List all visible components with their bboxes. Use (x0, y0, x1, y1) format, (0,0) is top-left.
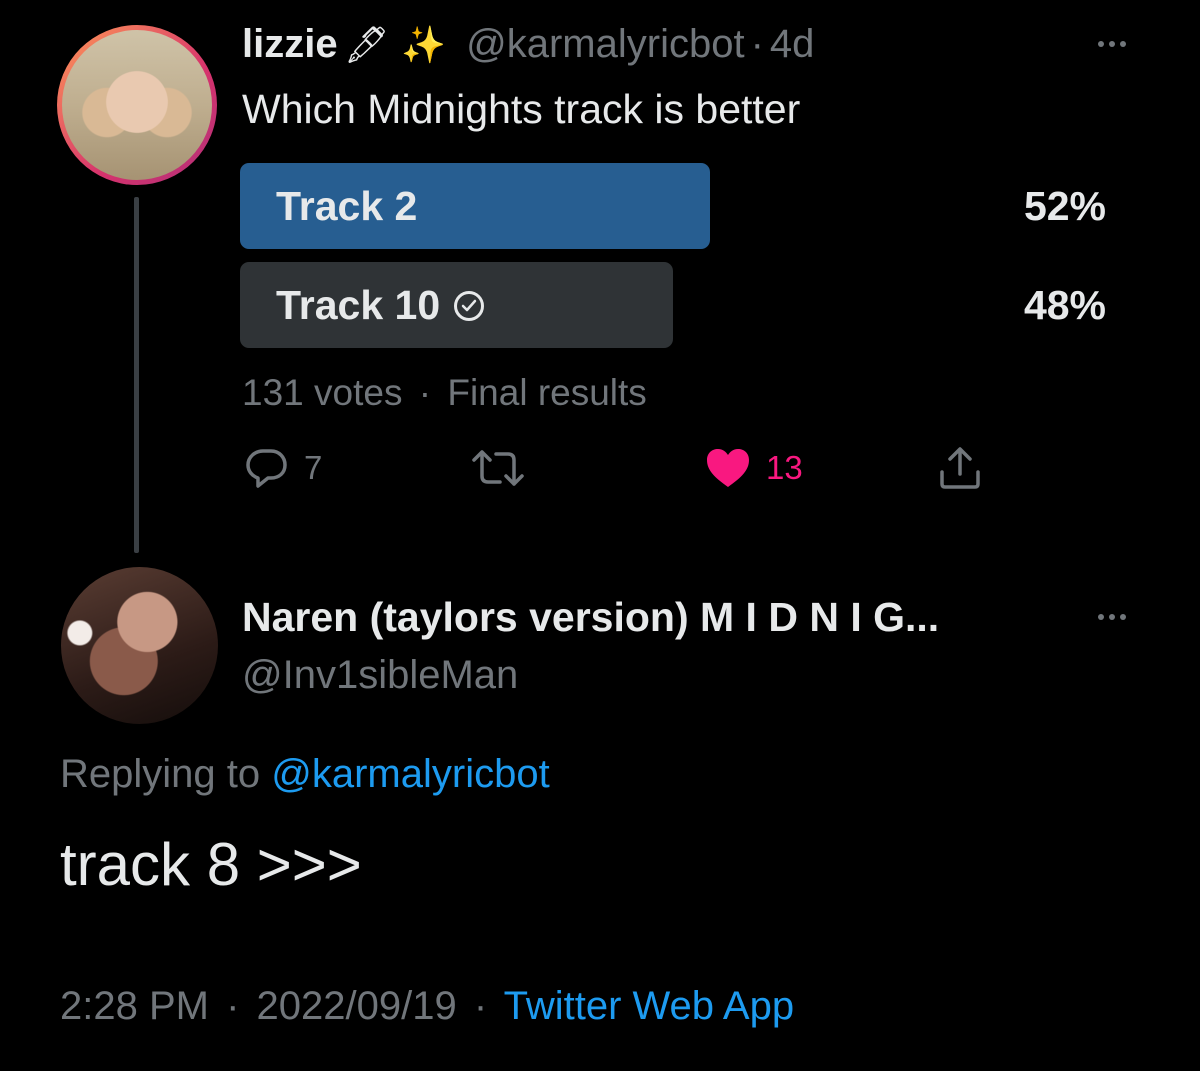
poll-status: Final results (447, 372, 647, 413)
poll-meta-separator: · (418, 372, 432, 413)
tweet-metadata: 2:28 PM · 2022/09/19 · Twitter Web App (60, 984, 794, 1029)
tweet-time[interactable]: 2:28 PM (60, 984, 209, 1028)
pen-emoji-icon: 🖋 (343, 23, 390, 65)
tweet-header: lizzie 🖋 ✨ @karmalyricbot · 4d (242, 22, 814, 67)
like-count: 13 (766, 449, 803, 486)
avatar-image (62, 30, 212, 180)
retweet-icon (472, 450, 524, 486)
replying-prefix: Replying to (60, 752, 261, 796)
poll-option-text: Track 2 (276, 183, 418, 229)
metadata-separator: · (226, 984, 240, 1028)
poll-option-percent: 48% (1023, 282, 1106, 328)
sparkles-emoji-icon: ✨ (401, 23, 447, 65)
author-handle[interactable]: @Inv1sibleMan (242, 653, 518, 698)
share-button[interactable] (936, 444, 984, 492)
replying-to-mention[interactable]: @karmalyricbot (271, 752, 549, 796)
tweet-text: Which Midnights track is better (242, 86, 801, 132)
retweet-button[interactable] (470, 446, 540, 490)
poll-option-percent: 52% (1023, 183, 1106, 229)
poll-option-text: Track 10 (276, 282, 441, 328)
author-name[interactable]: lizzie (242, 22, 338, 67)
poll-meta: 131 votes · Final results (242, 372, 647, 414)
like-button[interactable]: 13 (704, 446, 803, 490)
poll-option-label: Track 10 (276, 282, 485, 329)
check-circle-icon (454, 290, 485, 321)
avatar-lizzie[interactable] (57, 25, 217, 185)
avatar-naren[interactable] (61, 567, 218, 724)
tweet-source[interactable]: Twitter Web App (504, 984, 795, 1028)
reply-icon (246, 449, 287, 488)
header-separator: · (750, 22, 764, 66)
tweet-age[interactable]: 4d (770, 22, 815, 67)
reply-button[interactable]: 7 (244, 446, 322, 490)
replying-to-line: Replying to @karmalyricbot (60, 752, 550, 797)
author-name[interactable]: Naren (taylors version) M I D N I G... (242, 594, 939, 641)
tweet-text: track 8 >>> (60, 831, 362, 898)
share-icon (940, 447, 980, 489)
reply-count: 7 (304, 449, 323, 486)
more-options-icon[interactable] (1098, 41, 1126, 47)
author-handle[interactable]: @karmalyricbot (466, 22, 744, 67)
tweet-date[interactable]: 2022/09/19 (257, 984, 457, 1028)
more-options-icon[interactable] (1098, 614, 1126, 620)
heart-filled-icon (707, 449, 749, 487)
poll-option-label: Track 2 (276, 183, 417, 230)
thread-connector-line (134, 197, 139, 553)
metadata-separator: · (473, 984, 488, 1028)
poll-vote-count: 131 votes (242, 372, 403, 413)
